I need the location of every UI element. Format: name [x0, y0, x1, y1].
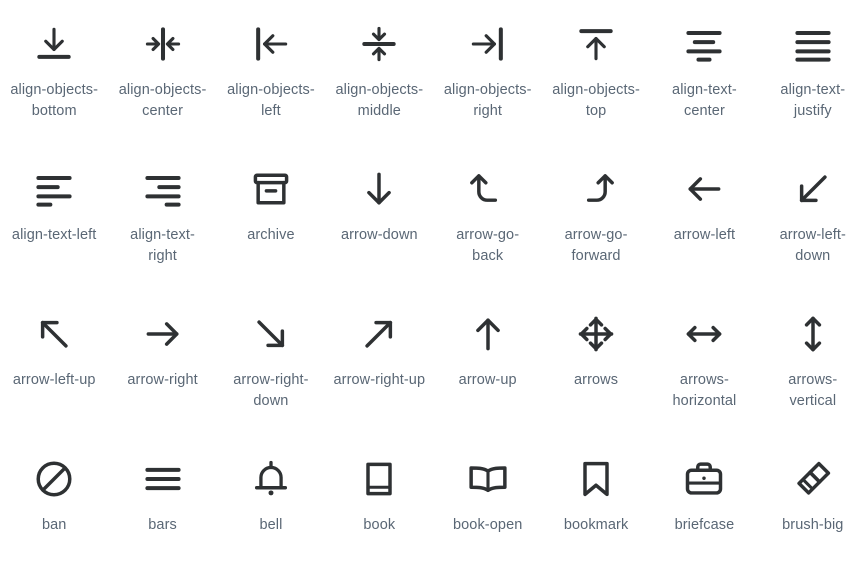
- icon-label: book: [363, 517, 396, 533]
- icon-label: arrow-right: [127, 372, 198, 388]
- icon-label: align-objects-top: [552, 82, 640, 119]
- align-text-justify-icon[interactable]: [790, 21, 836, 67]
- icon-cell-align-objects-bottom[interactable]: align-objects-bottom: [0, 8, 108, 153]
- briefcase-icon[interactable]: [681, 456, 727, 502]
- icon-cell-book-open[interactable]: book-open: [434, 443, 542, 588]
- arrow-left-up-icon[interactable]: [31, 311, 77, 357]
- align-text-left-icon[interactable]: [31, 166, 77, 212]
- icon-label: align-objects-right: [443, 82, 532, 119]
- align-objects-bottom-icon[interactable]: [31, 21, 77, 67]
- arrow-right-icon[interactable]: [140, 311, 186, 357]
- icon-grid: align-objects-bottom align-objects-center…: [0, 0, 867, 588]
- icon-label: align-text-right: [130, 227, 195, 264]
- arrow-down-icon[interactable]: [356, 166, 402, 212]
- icon-cell-archive[interactable]: archive: [217, 153, 325, 298]
- arrow-left-icon[interactable]: [681, 166, 727, 212]
- ban-icon[interactable]: [31, 456, 77, 502]
- arrow-left-down-icon[interactable]: [790, 166, 836, 212]
- icon-cell-arrow-up[interactable]: arrow-up: [434, 298, 542, 443]
- icon-cell-arrow-left-down[interactable]: arrow-left-down: [759, 153, 867, 298]
- icon-cell-bell[interactable]: bell: [217, 443, 325, 588]
- bell-icon[interactable]: [248, 456, 294, 502]
- align-objects-middle-icon[interactable]: [356, 21, 402, 67]
- icon-cell-book[interactable]: book: [325, 443, 433, 588]
- icon-cell-arrow-down[interactable]: arrow-down: [325, 153, 433, 298]
- align-objects-left-icon[interactable]: [248, 21, 294, 67]
- icon-cell-align-objects-top[interactable]: align-objects-top: [542, 8, 650, 153]
- icon-cell-arrow-go-forward[interactable]: arrow-go-forward: [542, 153, 650, 298]
- arrows-vertical-icon[interactable]: [790, 311, 836, 357]
- book-icon[interactable]: [356, 456, 402, 502]
- icon-label: align-text-left: [11, 227, 97, 243]
- icon-label: arrow-right-down: [233, 372, 309, 409]
- bars-icon[interactable]: [140, 456, 186, 502]
- arrow-go-forward-icon[interactable]: [573, 166, 619, 212]
- icon-label: briefcase: [674, 517, 735, 533]
- icon-cell-align-text-justify[interactable]: align-text-justify: [759, 8, 867, 153]
- icon-label: arrow-left: [673, 227, 736, 243]
- arrows-horizontal-icon[interactable]: [681, 311, 727, 357]
- icon-label: arrow-go-back: [456, 227, 520, 264]
- icon-label: arrows-vertical: [788, 372, 838, 409]
- align-objects-right-icon[interactable]: [465, 21, 511, 67]
- icon-label: align-objects-bottom: [10, 82, 98, 119]
- arrows-icon[interactable]: [573, 311, 619, 357]
- brush-big-icon[interactable]: [790, 456, 836, 502]
- icon-label: align-text-center: [672, 82, 737, 119]
- arrow-up-icon[interactable]: [465, 311, 511, 357]
- book-open-icon[interactable]: [465, 456, 511, 502]
- icon-cell-align-text-center[interactable]: align-text-center: [650, 8, 758, 153]
- icon-cell-briefcase[interactable]: briefcase: [650, 443, 758, 588]
- icon-cell-bars[interactable]: bars: [108, 443, 216, 588]
- icon-label: ban: [41, 517, 67, 533]
- bookmark-icon[interactable]: [573, 456, 619, 502]
- icon-cell-align-text-left[interactable]: align-text-left: [0, 153, 108, 298]
- icon-cell-align-objects-middle[interactable]: align-objects-middle: [325, 8, 433, 153]
- icon-cell-align-objects-center[interactable]: align-objects-center: [108, 8, 216, 153]
- align-text-right-icon[interactable]: [140, 166, 186, 212]
- icon-cell-ban[interactable]: ban: [0, 443, 108, 588]
- icon-cell-arrow-left-up[interactable]: arrow-left-up: [0, 298, 108, 443]
- archive-icon[interactable]: [248, 166, 294, 212]
- icon-label: arrow-left-up: [12, 372, 96, 388]
- icon-cell-arrow-left[interactable]: arrow-left: [650, 153, 758, 298]
- icon-label: align-objects-middle: [335, 82, 424, 119]
- icon-label: bars: [148, 517, 177, 533]
- arrow-right-up-icon[interactable]: [356, 311, 402, 357]
- icon-cell-arrow-go-back[interactable]: arrow-go-back: [434, 153, 542, 298]
- icon-cell-align-text-right[interactable]: align-text-right: [108, 153, 216, 298]
- icon-label: bookmark: [563, 517, 629, 533]
- icon-label: align-objects-left: [227, 82, 315, 119]
- icon-cell-brush-big[interactable]: brush-big: [759, 443, 867, 588]
- align-text-center-icon[interactable]: [681, 21, 727, 67]
- icon-label: arrows-horizontal: [672, 372, 737, 409]
- icon-label: align-text-justify: [780, 82, 846, 119]
- icon-label: archive: [247, 227, 295, 243]
- icon-label: brush-big: [782, 517, 844, 533]
- icon-cell-arrow-right[interactable]: arrow-right: [108, 298, 216, 443]
- icon-label: align-objects-center: [118, 82, 207, 119]
- icon-cell-arrow-right-down[interactable]: arrow-right-down: [217, 298, 325, 443]
- icon-label: book-open: [452, 517, 523, 533]
- arrow-go-back-icon[interactable]: [465, 166, 511, 212]
- icon-cell-align-objects-right[interactable]: align-objects-right: [434, 8, 542, 153]
- icon-cell-bookmark[interactable]: bookmark: [542, 443, 650, 588]
- icon-cell-arrows-horizontal[interactable]: arrows-horizontal: [650, 298, 758, 443]
- icon-label: arrow-up: [458, 372, 517, 388]
- arrow-right-down-icon[interactable]: [248, 311, 294, 357]
- icon-cell-arrows[interactable]: arrows: [542, 298, 650, 443]
- icon-cell-arrow-right-up[interactable]: arrow-right-up: [325, 298, 433, 443]
- icon-label: arrows: [574, 372, 619, 388]
- icon-cell-align-objects-left[interactable]: align-objects-left: [217, 8, 325, 153]
- align-objects-center-icon[interactable]: [140, 21, 186, 67]
- icon-label: arrow-left-down: [779, 227, 846, 264]
- icon-label: bell: [259, 517, 283, 533]
- icon-cell-arrows-vertical[interactable]: arrows-vertical: [759, 298, 867, 443]
- icon-label: arrow-go-forward: [564, 227, 628, 264]
- icon-label: arrow-right-up: [333, 372, 426, 388]
- icon-label: arrow-down: [340, 227, 418, 243]
- align-objects-top-icon[interactable]: [573, 21, 619, 67]
